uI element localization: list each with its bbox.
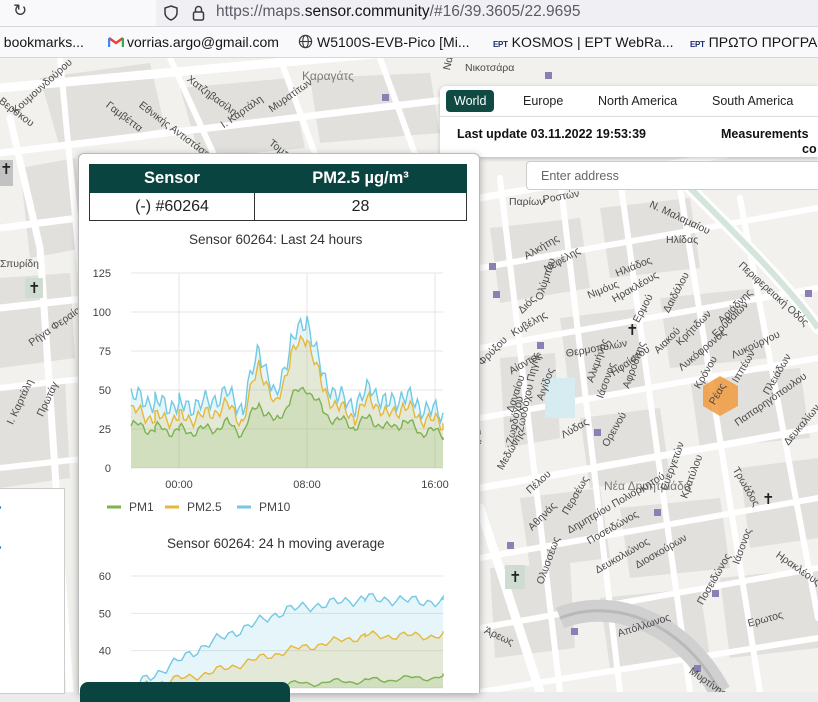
- x-tick-label: 16:00: [421, 479, 449, 491]
- sensor-table: Sensor PM2.5 µg/m³ (-) #60264 28: [89, 164, 467, 221]
- bookmark-proto-programma[interactable]: EPT ΠΡΩΤΟ ΠΡΟΓΡΑ: [690, 34, 817, 50]
- bookmark-label: W5100S-EVB-Pico [Mi...: [317, 34, 470, 50]
- bottom-button[interactable]: [80, 682, 290, 702]
- bookmark-label: t bookmarks...: [0, 34, 84, 50]
- bookmark-kosmos[interactable]: EPT KOSMOS | EPT WebRa...: [493, 34, 674, 50]
- region-tabs: World Europe North America South America: [440, 86, 818, 116]
- y-tick-label: 0: [105, 463, 111, 475]
- legend-label-pm1[interactable]: PM1: [129, 500, 154, 514]
- side-panel: [0, 488, 65, 694]
- sensor-popup: Sensor PM2.5 µg/m³ (-) #60264 28 Sensor …: [78, 153, 480, 693]
- chart-title-24h: Sensor 60264: Last 24 hours: [189, 232, 363, 247]
- measurements-label: Measurements: [721, 127, 809, 141]
- address-bar[interactable]: https://maps.sensor.community/#16/39.360…: [156, 0, 818, 26]
- address-search: [526, 161, 818, 190]
- measurements-label-2: co: [802, 142, 817, 156]
- bookmark-gmail[interactable]: vorrias.argo@gmail.com: [107, 34, 279, 50]
- tab-south-america[interactable]: South America: [704, 90, 801, 112]
- y-tick-label: 50: [99, 385, 111, 397]
- url-suffix: /#16/39.3605/22.9695: [429, 3, 581, 20]
- url-text[interactable]: https://maps.sensor.community/#16/39.360…: [216, 3, 581, 21]
- sensor-header: Sensor: [89, 164, 255, 193]
- bookmarks-bar: t bookmarks... vorrias.argo@gmail.com W5…: [0, 27, 818, 58]
- church-icon: ✝: [509, 569, 522, 586]
- chart-title-moving-average: Sensor 60264: 24 h moving average: [167, 536, 385, 551]
- bookmark-all-bookmarks[interactable]: t bookmarks...: [0, 34, 84, 50]
- pm25-value: 28: [254, 192, 467, 221]
- ept-logo-icon: EPT: [493, 40, 508, 49]
- tab-europe[interactable]: Europe: [515, 90, 571, 112]
- side-panel-marker: [0, 506, 1, 509]
- chart-24h: 0 25 50 75 100 125 00:00 08:00 16:00 PM1 PM2.5 PM10: [93, 268, 449, 514]
- street-label: Παρίων: [509, 196, 545, 208]
- x-tick-label: 08:00: [293, 479, 321, 491]
- street-label: Νικοτσάρα: [465, 62, 515, 74]
- sensor-id[interactable]: (-) #60264: [89, 192, 255, 221]
- tab-north-america[interactable]: North America: [590, 90, 685, 112]
- side-panel-marker: [0, 546, 1, 549]
- bookmark-w5100s[interactable]: W5100S-EVB-Pico [Mi...: [298, 34, 470, 50]
- bookmark-label: KOSMOS | EPT WebRa...: [511, 34, 674, 50]
- y-tick-label: 25: [99, 424, 111, 436]
- street-label: Σπυρίδη: [0, 258, 39, 270]
- y-tick-label: 125: [93, 268, 111, 280]
- reload-icon[interactable]: ↻: [13, 1, 27, 21]
- lock-icon[interactable]: [192, 5, 205, 21]
- church-icon: ✝: [762, 491, 775, 508]
- bookmark-label: ΠΡΩΤΟ ΠΡΟΓΡΑ: [708, 34, 818, 50]
- ept-logo-icon: EPT: [690, 40, 705, 49]
- church-icon: ✝: [28, 280, 41, 297]
- street-label: Ηλίδας: [666, 234, 699, 246]
- browser-toolbar: ↻ https://maps.sensor.community/#16/39.3…: [0, 0, 818, 27]
- last-update-text: Last update 03.11.2022 19:53:39: [457, 127, 647, 141]
- url-prefix: https://maps.: [216, 3, 305, 20]
- chart-moving-average: 30405060: [99, 571, 444, 693]
- y-tick-label: 100: [93, 307, 111, 319]
- y-tick-label: 75: [99, 346, 111, 358]
- gmail-icon: [107, 37, 125, 47]
- church-icon: ✝: [626, 322, 639, 339]
- legend-label-pm25[interactable]: PM2.5: [187, 500, 222, 514]
- x-tick-label: 00:00: [165, 479, 193, 491]
- url-domain: sensor.community: [304, 3, 430, 20]
- y-tick-label: 60: [99, 571, 111, 583]
- bookmark-label: vorrias.argo@gmail.com: [127, 34, 279, 50]
- church-icon: ✝: [0, 161, 13, 178]
- y-tick-label: 40: [99, 646, 111, 658]
- y-tick-label: 50: [99, 608, 111, 620]
- tab-world[interactable]: World: [446, 90, 495, 112]
- globe-icon: [298, 34, 313, 49]
- shield-icon[interactable]: [164, 5, 178, 21]
- legend-label-pm10[interactable]: PM10: [259, 500, 291, 514]
- address-input[interactable]: [527, 162, 811, 189]
- last-update-panel: Last update 03.11.2022 19:53:39 Measurem…: [440, 116, 818, 157]
- pm25-header: PM2.5 µg/m³: [254, 164, 467, 193]
